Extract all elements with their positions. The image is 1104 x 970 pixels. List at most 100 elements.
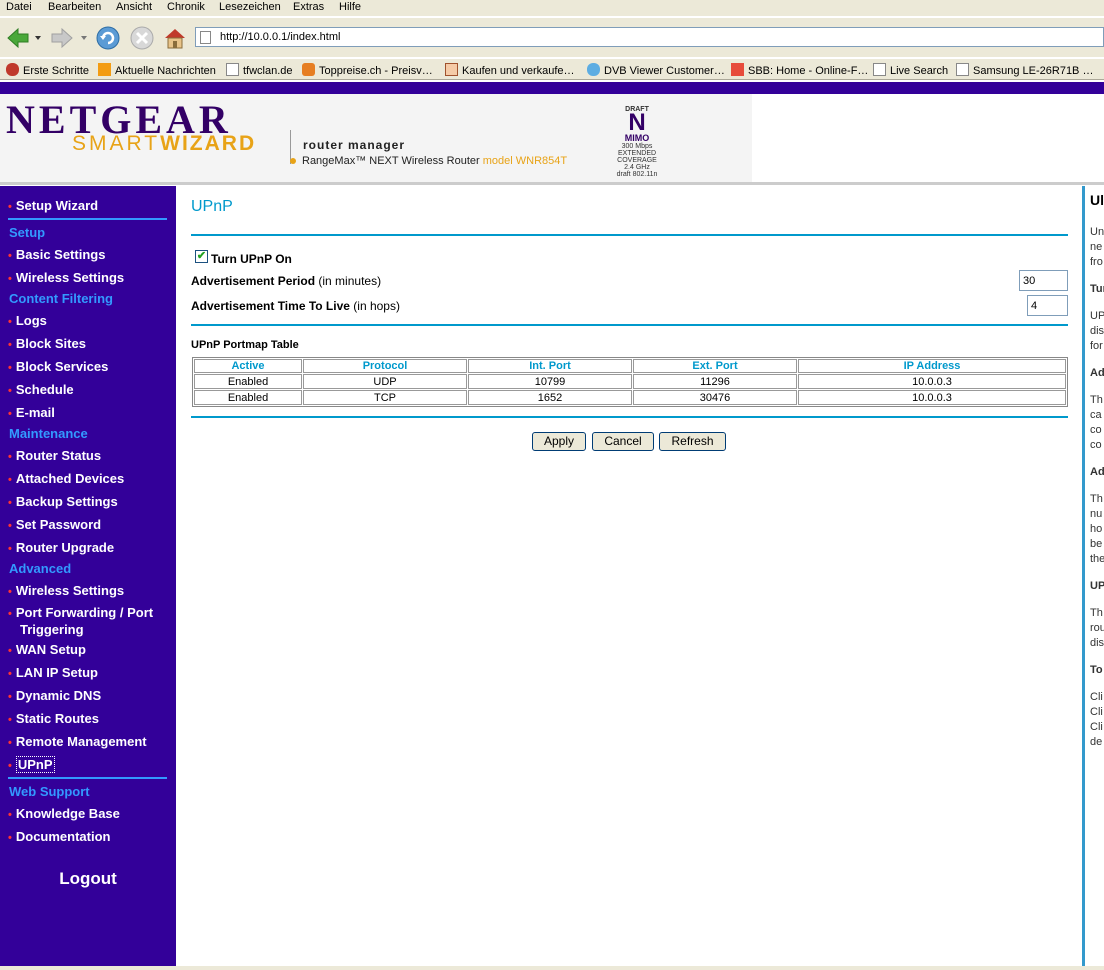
menu-bearbeiten[interactable]: Bearbeiten [48,0,101,14]
sidebar-section-setup: Setup [9,225,46,240]
sidebar-item-router-status[interactable]: Router Status [8,448,168,465]
apply-button[interactable]: Apply [532,432,586,451]
sidebar-item-email[interactable]: E-mail [8,405,168,422]
bookmark-erste-schritte[interactable]: Erste Schritte [6,63,89,77]
sidebar-item-static-routes[interactable]: Static Routes [8,711,168,728]
refresh-button[interactable]: Refresh [659,432,726,451]
window-bottom-edge [0,966,1104,970]
sidebar-item-attached-devices[interactable]: Attached Devices [8,471,168,488]
sidebar-item-wireless-settings[interactable]: Wireless Settings [8,270,168,287]
logout-link[interactable]: Logout [0,869,176,889]
sidebar-item-adv-wireless-settings[interactable]: Wireless Settings [8,583,168,600]
bookmark-kaufen[interactable]: Kaufen und verkaufe… [445,63,575,77]
help-text: dis [1090,637,1104,649]
help-title: Ul [1090,192,1104,208]
router-manager-title: router manager [303,138,406,152]
help-text: fro [1090,256,1103,268]
turn-upnp-on-checkbox[interactable]: ✔ [195,250,208,263]
sidebar-item-lan-ip-setup[interactable]: LAN IP Setup [8,665,168,682]
table-row: Enabled UDP 10799 11296 10.0.0.3 [194,374,1066,389]
bookmark-toppreise[interactable]: Toppreise.ch - Preisv… [302,63,433,77]
sidebar-item-port-forwarding[interactable]: Port Forwarding / Port Triggering [8,605,168,638]
cell-int-port: 10799 [468,374,632,389]
help-text: for [1090,340,1103,352]
menu-ansicht[interactable]: Ansicht [116,0,152,14]
menu-datei[interactable]: Datei [6,0,32,14]
bookmark-sbb[interactable]: SBB: Home - Online-F… [731,63,868,77]
sidebar-item-dynamic-dns[interactable]: Dynamic DNS [8,688,168,705]
help-panel[interactable]: Ul Un ne fro Tur UP dis for Ad Th ca co … [1082,186,1104,970]
browser-menubar: Datei Bearbeiten Ansicht Chronik Lesezei… [0,0,1104,16]
cell-ip-address: 10.0.0.3 [798,390,1066,405]
stop-icon[interactable] [128,24,156,52]
cell-protocol: TCP [303,390,467,405]
help-text: de [1090,736,1103,748]
sidebar-item-setup-wizard[interactable]: Setup Wizard [8,198,168,215]
help-heading: To [1090,664,1103,676]
bookmark-dvb-viewer[interactable]: DVB Viewer Customer… [587,63,725,77]
sidebar-item-knowledge-base[interactable]: Knowledge Base [8,806,168,823]
cancel-button[interactable]: Cancel [592,432,654,451]
bookmark-tfwclan[interactable]: tfwclan.de [226,63,293,77]
sidebar-item-logs[interactable]: Logs [8,313,168,330]
bookmark-samsung[interactable]: Samsung LE-26R71B … [956,63,1093,77]
reload-icon[interactable] [94,24,122,52]
help-text: nu [1090,508,1103,520]
top-strip [0,82,1104,94]
help-heading: Tur [1090,283,1104,295]
sidebar-section-content-filtering: Content Filtering [9,291,113,306]
menu-hilfe[interactable]: Hilfe [339,0,361,14]
bookmark-live-search[interactable]: Live Search [873,63,948,77]
help-text: UP [1090,310,1104,322]
main-content: UPnP ✔ Turn UPnP On Advertisement Period… [176,186,1082,970]
forward-icon[interactable] [48,24,76,52]
help-text: dis [1090,325,1104,337]
page-icon [200,31,211,44]
help-text: be [1090,538,1103,550]
adv-period-label: Advertisement Period (in minutes) [191,274,382,288]
sidebar-item-documentation[interactable]: Documentation [8,829,168,846]
sidebar-item-schedule[interactable]: Schedule [8,382,168,399]
turn-upnp-on-label: Turn UPnP On [211,252,292,266]
sidebar-item-upnp[interactable]: UPnP [8,756,168,774]
sidebar-divider [8,218,167,220]
help-text: Th [1090,607,1103,619]
cell-protocol: UDP [303,374,467,389]
back-icon[interactable] [4,24,32,52]
url-bar[interactable]: http://10.0.0.1/index.html [195,27,1104,47]
sidebar-item-backup-settings[interactable]: Backup Settings [8,494,168,511]
back-dropdown-icon[interactable] [34,34,42,42]
adv-period-input[interactable] [1019,270,1068,291]
help-text: ho [1090,523,1103,535]
help-text: the [1090,553,1104,565]
smartwizard-logo: SMARTWIZARD [72,132,257,155]
menu-extras[interactable]: Extras [293,0,324,14]
forward-dropdown-icon[interactable] [80,34,88,42]
section-divider [191,416,1068,418]
home-icon[interactable] [161,24,189,52]
sidebar-item-block-sites[interactable]: Block Sites [8,336,168,353]
help-text: Cli [1090,706,1103,718]
help-heading: Ad [1090,466,1104,478]
help-text: co [1090,424,1102,436]
bookmark-aktuelle-nachrichten[interactable]: Aktuelle Nachrichten [98,63,216,77]
sidebar-item-remote-management[interactable]: Remote Management [8,734,168,751]
menu-lesezeichen[interactable]: Lesezeichen [219,0,281,14]
draft-n-badge: DRAFT N MIMO 300 Mbps EXTENDED COVERAGE … [616,106,658,178]
cell-active: Enabled [194,390,302,405]
help-text: Cli [1090,691,1103,703]
menu-chronik[interactable]: Chronik [167,0,205,14]
sidebar-section-advanced: Advanced [9,561,72,576]
browser-navbar: http://10.0.0.1/index.html [0,17,1104,57]
adv-ttl-input[interactable] [1027,295,1068,316]
sidebar-item-router-upgrade[interactable]: Router Upgrade [8,540,168,557]
sidebar-item-set-password[interactable]: Set Password [8,517,168,534]
sidebar-divider [8,777,167,779]
col-header-ext-port: Ext. Port [633,359,797,373]
help-text: Un [1090,226,1104,238]
sidebar-item-basic-settings[interactable]: Basic Settings [8,247,168,264]
sidebar-item-wan-setup[interactable]: WAN Setup [8,642,168,659]
sidebar-item-block-services[interactable]: Block Services [8,359,168,376]
cell-ext-port: 11296 [633,374,797,389]
help-text: Th [1090,493,1103,505]
